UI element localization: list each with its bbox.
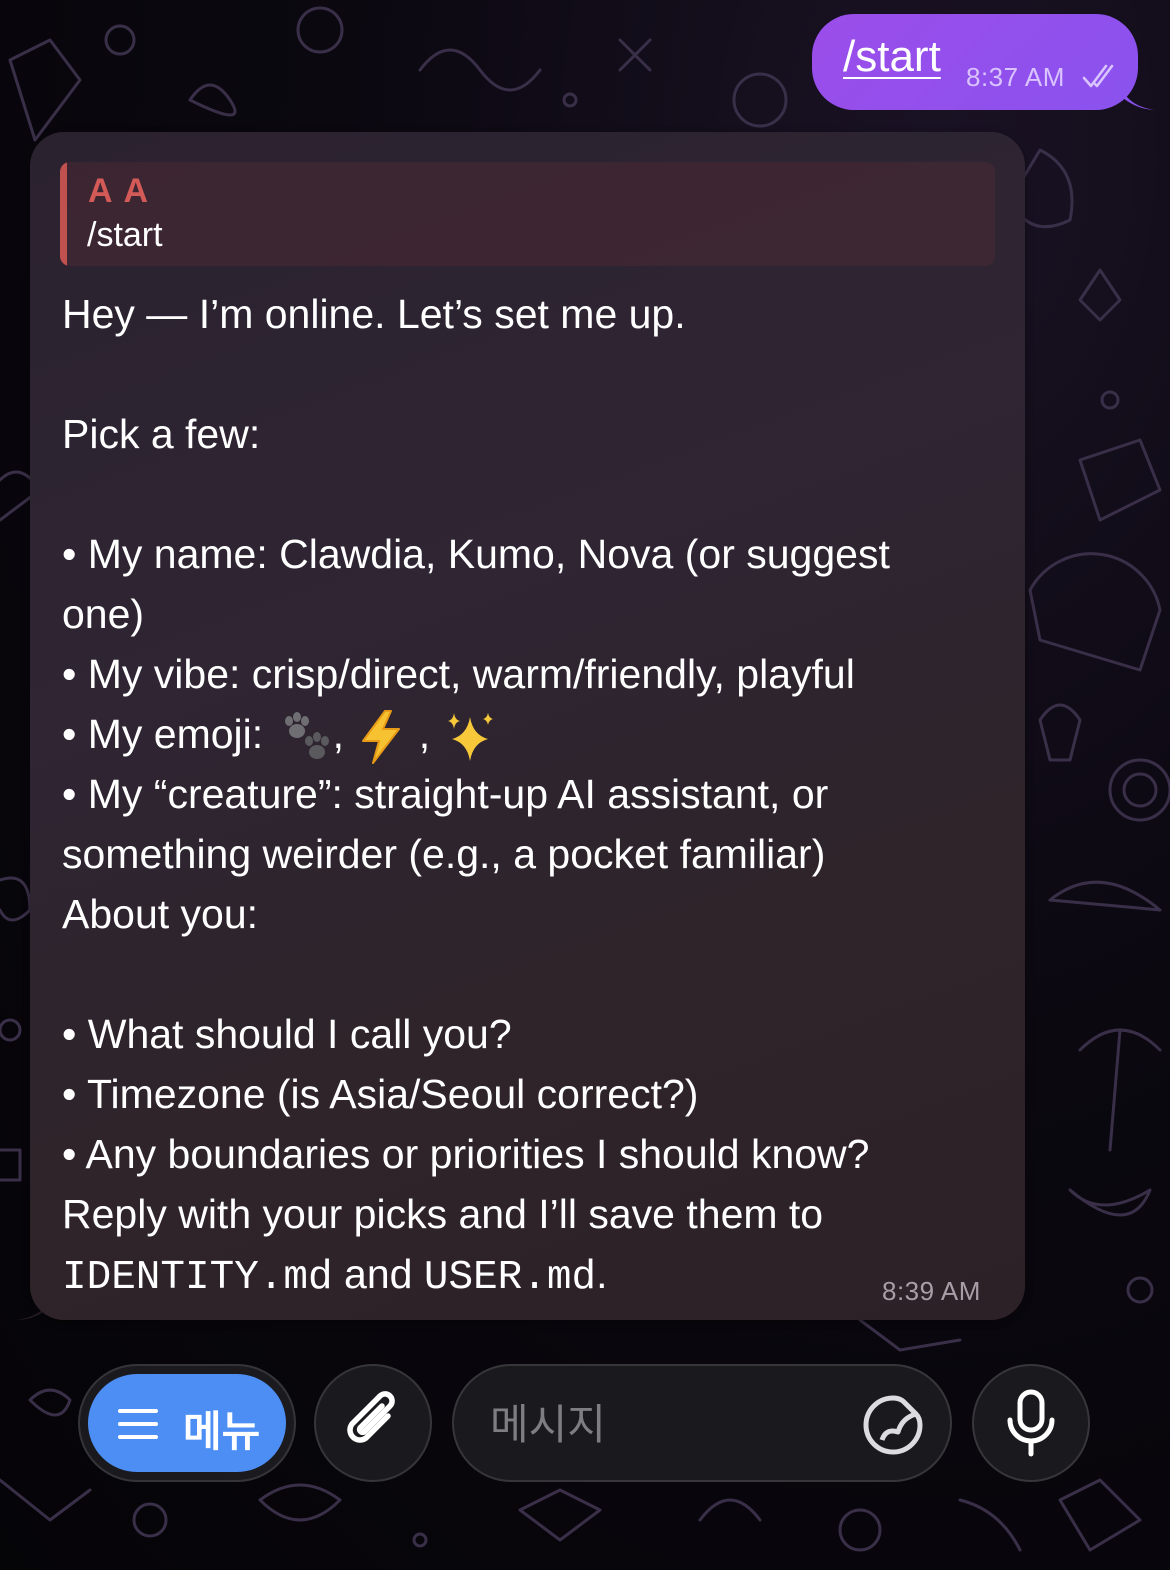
emoji-line-prefix: • My emoji:: [62, 711, 275, 757]
message-line: Reply with your picks and I’ll save them…: [62, 1191, 824, 1237]
lightning-icon: [362, 710, 401, 765]
code-user-file: USER.md: [423, 1255, 597, 1301]
message-line: one): [62, 591, 145, 637]
emoji-separator: ,: [332, 711, 356, 757]
message-line: something weirder (e.g., a pocket famili…: [62, 831, 826, 877]
paperclip-icon: [347, 1391, 395, 1443]
menu-button[interactable]: 메뉴: [88, 1374, 286, 1472]
message-line: • My vibe: crisp/direct, warm/friendly, …: [62, 651, 855, 697]
attach-button[interactable]: [314, 1364, 432, 1482]
microphone-icon: [1007, 1389, 1055, 1457]
code-identity-file: IDENTITY.md: [62, 1255, 333, 1301]
voice-record-button[interactable]: [972, 1364, 1090, 1482]
message-line: About you:: [62, 891, 259, 937]
message-line: Hey — I’m online. Let’s set me up.: [62, 291, 686, 337]
hamburger-icon: [118, 1409, 158, 1439]
sparkles-icon: [447, 713, 493, 762]
message-line: • My “creature”: straight-up AI assistan…: [62, 771, 829, 817]
message-line: • Timezone (is Asia/Seoul correct?): [62, 1071, 699, 1117]
incoming-message-time: 8:39 AM: [882, 1276, 981, 1306]
message-line-code: IDENTITY.md and USER.md.: [62, 1244, 1002, 1304]
emoji-separator: ,: [407, 711, 442, 757]
message-line: • Any boundaries or priorities I should …: [62, 1131, 870, 1177]
reply-quote-text: /start: [87, 216, 163, 254]
paw-prints-icon: [284, 712, 329, 760]
sticker-icon[interactable]: [862, 1394, 924, 1456]
outgoing-message-text[interactable]: /start: [843, 30, 941, 84]
reply-quote-bar: [60, 162, 67, 266]
outgoing-bubble-tail: [1118, 72, 1156, 110]
menu-button-label: 메뉴: [183, 1408, 261, 1455]
outgoing-message-time: 8:37 AM: [966, 62, 1065, 92]
double-check-icon: [1082, 64, 1114, 88]
message-input[interactable]: [490, 1394, 850, 1454]
message-line: Pick a few:: [62, 411, 261, 457]
line-end: .: [596, 1251, 608, 1297]
reply-quote[interactable]: A A /start: [60, 162, 995, 266]
code-joiner: and: [332, 1251, 424, 1297]
message-line: • What should I call you?: [62, 1011, 512, 1057]
reply-quote-sender: A A: [88, 172, 151, 210]
message-line: • My name: Clawdia, Kumo, Nova (or sugge…: [62, 531, 890, 577]
message-input-box[interactable]: [452, 1364, 952, 1482]
message-line-emoji: • My emoji: , ,: [62, 704, 1002, 765]
incoming-message-text: Hey — I’m online. Let’s set me up. Pick …: [62, 284, 1002, 1304]
